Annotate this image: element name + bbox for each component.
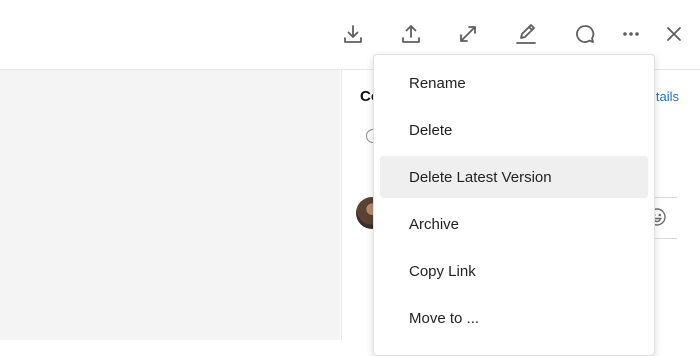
expand-button[interactable] <box>452 18 484 50</box>
more-actions-menu: Rename Delete Delete Latest Version Arch… <box>373 54 655 356</box>
more-icon <box>623 32 639 36</box>
more-button[interactable] <box>615 18 647 50</box>
expand-icon <box>460 26 476 42</box>
menu-item-copy-link[interactable]: Copy Link <box>380 250 648 292</box>
edit-button[interactable] <box>510 18 542 50</box>
preview-area <box>0 70 340 340</box>
close-icon <box>667 27 681 41</box>
upload-icon <box>402 25 420 43</box>
comment-button[interactable] <box>569 18 601 50</box>
download-icon <box>344 25 362 43</box>
menu-item-move-to[interactable]: Move to ... <box>380 297 648 339</box>
menu-item-rename[interactable]: Rename <box>380 62 648 104</box>
upload-button[interactable] <box>395 18 427 50</box>
close-button[interactable] <box>658 18 690 50</box>
details-link[interactable]: tails <box>656 89 679 104</box>
menu-item-archive[interactable]: Archive <box>380 203 648 245</box>
menu-item-delete-latest-version[interactable]: Delete Latest Version <box>380 156 648 198</box>
edit-icon <box>516 24 536 44</box>
download-button[interactable] <box>337 18 369 50</box>
comment-icon <box>576 25 595 43</box>
menu-item-delete[interactable]: Delete <box>380 109 648 151</box>
